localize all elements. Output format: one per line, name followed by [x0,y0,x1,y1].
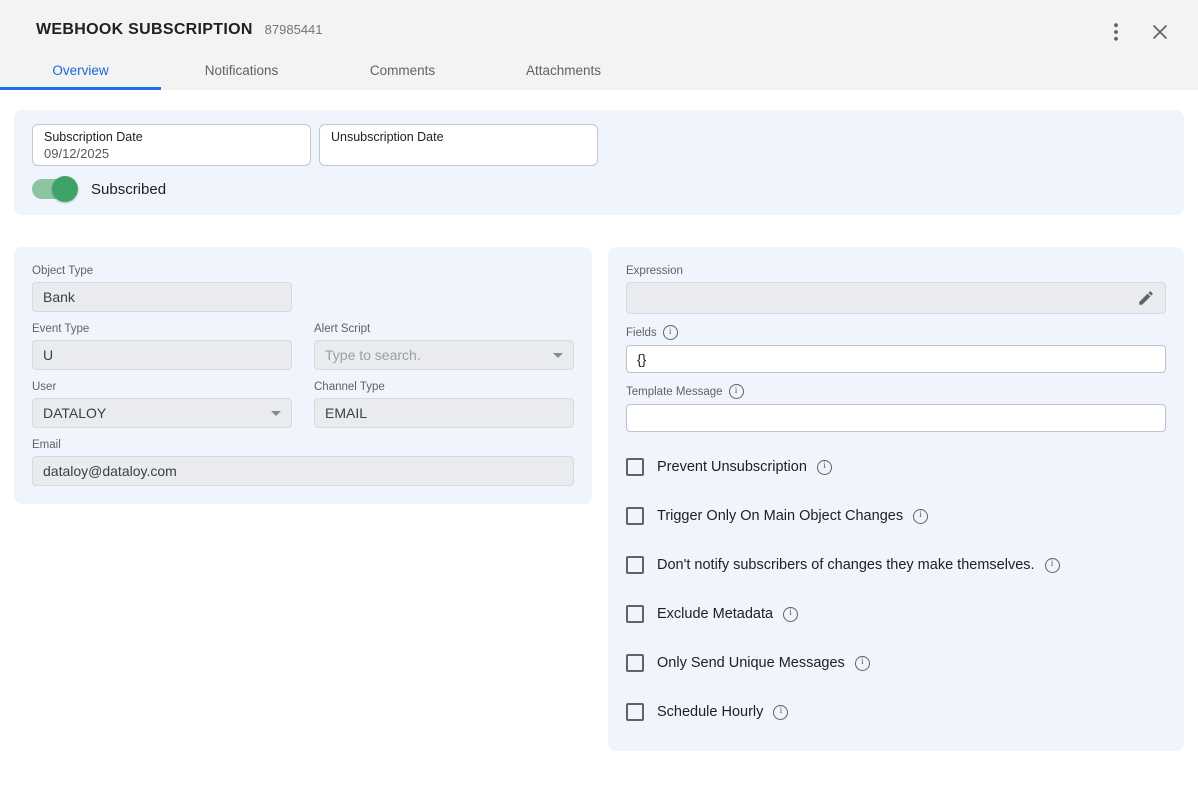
fields-label-row: Fields [626,325,1166,340]
email-value: dataloy@dataloy.com [43,463,177,479]
unsubscription-date-field[interactable]: Unsubscription Date [319,124,598,166]
dont-notify-self-checkbox[interactable] [626,556,644,574]
checkbox-label: Prevent Unsubscription [657,459,807,475]
event-type-value: U [43,347,53,363]
checkbox-row-schedule-hourly: Schedule Hourly [626,703,1166,721]
dialog-header: WEBHOOK SUBSCRIPTION 87985441 Overview N… [0,0,1198,90]
checkbox-row-only-unique-messages: Only Send Unique Messages [626,654,1166,672]
subscription-date-value: 09/12/2025 [44,146,299,161]
info-icon[interactable] [773,705,788,720]
subscription-date-field[interactable]: Subscription Date 09/12/2025 [32,124,311,166]
channel-type-field: EMAIL [314,398,574,428]
fields-label: Fields [626,327,657,339]
fields-value: {} [637,351,646,367]
expression-field [626,282,1166,314]
title-row: WEBHOOK SUBSCRIPTION 87985441 [0,0,1198,39]
email-label: Email [32,439,574,451]
object-type-label: Object Type [32,265,574,277]
checkbox-label: Schedule Hourly [657,704,763,720]
tab-notifications[interactable]: Notifications [161,51,322,90]
user-value: DATALOY [43,405,106,421]
checkbox-label: Don't notify subscribers of changes they… [657,557,1035,573]
info-icon[interactable] [855,656,870,671]
prevent-unsubscription-checkbox[interactable] [626,458,644,476]
subscription-panel: Subscription Date 09/12/2025 Unsubscript… [14,110,1184,215]
object-type-field: Bank [32,282,292,312]
info-icon[interactable] [663,325,678,340]
checkbox-label: Only Send Unique Messages [657,655,845,671]
subscribed-toggle-label: Subscribed [91,181,166,198]
unsubscription-date-value [331,146,586,161]
alert-script-placeholder: Type to search. [325,347,421,363]
info-icon[interactable] [1045,558,1060,573]
chevron-down-icon [553,353,563,358]
channel-type-label: Channel Type [314,381,574,393]
tab-attachments[interactable]: Attachments [483,51,644,90]
alert-script-field: Type to search. [314,340,574,370]
options-checkbox-list: Prevent Unsubscription Trigger Only On M… [626,458,1166,721]
toggle-knob [52,176,78,202]
template-message-label: Template Message [626,386,723,398]
chevron-down-icon [271,411,281,416]
checkbox-row-exclude-metadata: Exclude Metadata [626,605,1166,623]
trigger-only-main-object-checkbox[interactable] [626,507,644,525]
info-icon[interactable] [913,509,928,524]
checkbox-row-prevent-unsubscription: Prevent Unsubscription [626,458,1166,476]
only-unique-messages-checkbox[interactable] [626,654,644,672]
email-field: dataloy@dataloy.com [32,456,574,486]
checkbox-label: Trigger Only On Main Object Changes [657,508,903,524]
subscription-date-label: Subscription Date [44,130,299,144]
schedule-hourly-checkbox[interactable] [626,703,644,721]
event-type-field: U [32,340,292,370]
checkbox-row-dont-notify-self: Don't notify subscribers of changes they… [626,556,1166,574]
subscribed-toggle[interactable] [32,179,76,199]
info-icon[interactable] [729,384,744,399]
expression-label: Expression [626,265,1166,277]
kebab-menu-icon[interactable] [1106,22,1126,42]
close-icon[interactable] [1150,22,1170,42]
alert-script-label: Alert Script [314,323,574,335]
unsubscription-date-label: Unsubscription Date [331,130,586,144]
user-label: User [32,381,292,393]
record-id: 87985441 [265,22,323,37]
user-dropdown: DATALOY [32,398,292,428]
event-type-label: Event Type [32,323,292,335]
object-type-value: Bank [43,289,75,305]
details-panel: Object Type Bank Event Type U Alert Scri… [14,247,592,504]
template-message-label-row: Template Message [626,384,1166,399]
page-title: WEBHOOK SUBSCRIPTION [36,21,253,39]
channel-type-value: EMAIL [325,405,367,421]
tab-overview[interactable]: Overview [0,51,161,90]
template-message-input[interactable] [626,404,1166,432]
tab-comments[interactable]: Comments [322,51,483,90]
info-icon[interactable] [783,607,798,622]
checkbox-row-trigger-main-object: Trigger Only On Main Object Changes [626,507,1166,525]
exclude-metadata-checkbox[interactable] [626,605,644,623]
tab-bar: Overview Notifications Comments Attachme… [0,51,644,90]
expression-panel: Expression Fields {} Template Message [608,247,1184,751]
edit-pencil-icon[interactable] [1137,289,1155,307]
info-icon[interactable] [817,460,832,475]
fields-input[interactable]: {} [626,345,1166,373]
checkbox-label: Exclude Metadata [657,606,773,622]
